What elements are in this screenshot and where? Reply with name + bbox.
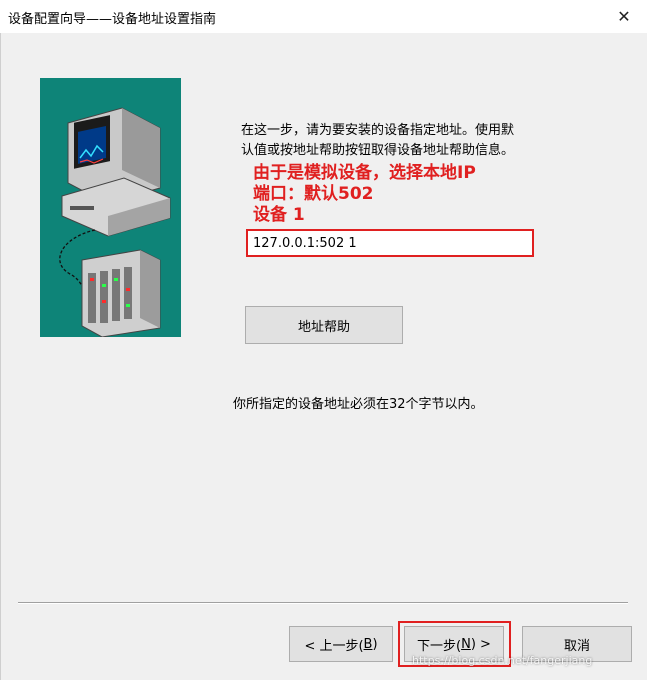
computer-and-plc-icon	[40, 78, 181, 338]
window-title: 设备配置向导——设备地址设置指南	[8, 12, 217, 27]
footer-divider	[18, 602, 628, 604]
step-description: 在这一步，请为要安装的设备指定地址。使用默 认值或按地址帮助按钮取得设备地址帮助…	[241, 121, 581, 161]
next-accelerator: N	[461, 636, 471, 652]
description-line-2: 认值或按地址帮助按钮取得设备地址帮助信息。	[241, 143, 515, 158]
watermark: https://blog.csdn.net/fangerjiang	[412, 654, 593, 667]
annotation-line-2: 端口：默认502	[253, 184, 374, 204]
next-label-suffix: ) >	[470, 636, 491, 652]
title-bar: 设备配置向导——设备地址设置指南 ✕	[0, 0, 647, 33]
address-length-note: 你所指定的设备地址必须在32个字节以内。	[233, 397, 484, 412]
back-label-suffix: )	[372, 636, 378, 652]
back-label-prefix: < 上一步(	[304, 638, 364, 654]
close-icon: ✕	[617, 7, 631, 26]
address-help-button[interactable]: 地址帮助	[245, 306, 403, 344]
back-button[interactable]: < 上一步(B)	[289, 626, 393, 662]
next-label-prefix: 下一步(	[417, 638, 462, 654]
annotation-line-1: 由于是模拟设备，选择本地IP	[253, 163, 476, 183]
annotation-line-3: 设备 1	[253, 205, 305, 225]
description-line-1: 在这一步，请为要安装的设备指定地址。使用默	[241, 123, 515, 138]
close-button[interactable]: ✕	[601, 0, 647, 33]
red-annotation: 由于是模拟设备，选择本地IP 端口：默认502 设备 1	[253, 163, 476, 226]
back-accelerator: B	[363, 636, 373, 652]
device-address-input[interactable]	[246, 229, 534, 257]
